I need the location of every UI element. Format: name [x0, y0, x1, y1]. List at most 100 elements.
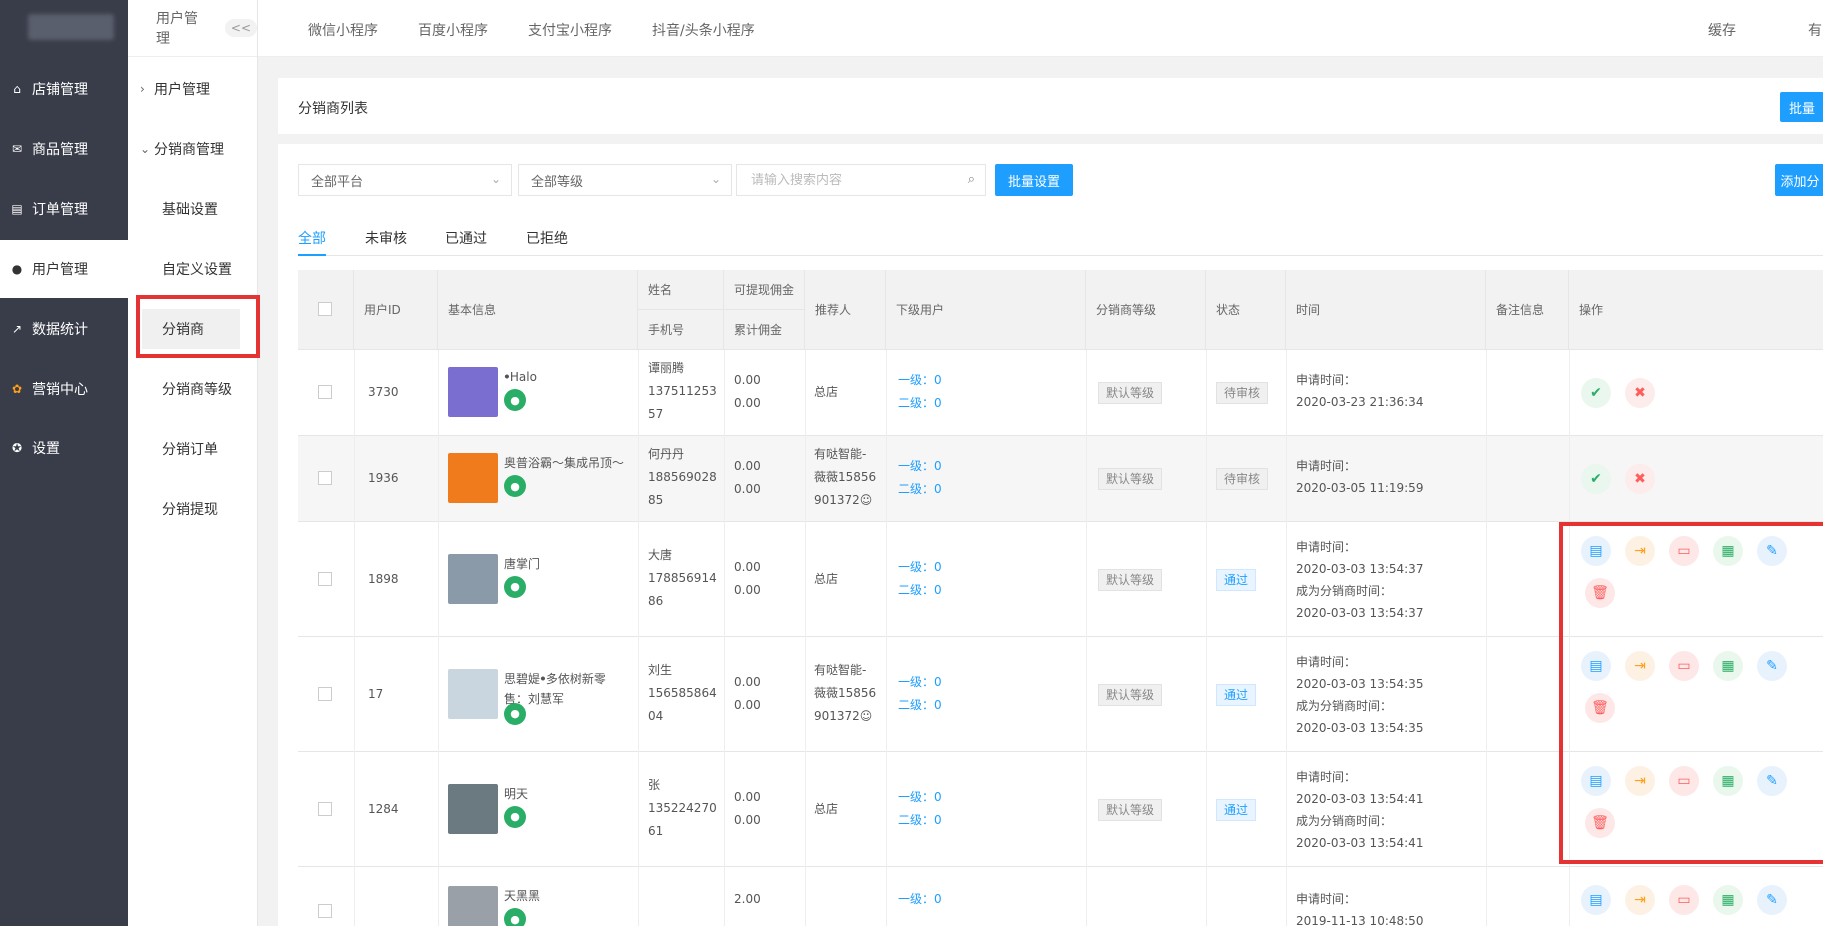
- subnav-item-label: 基础设置: [162, 202, 218, 218]
- column-divider: [438, 350, 439, 436]
- add-distributor-button[interactable]: 添加分: [1775, 164, 1823, 196]
- status-badge: 通过: [1216, 683, 1257, 706]
- apply-time-value: 2020-03-03 13:54:37: [1296, 561, 1424, 576]
- sub-users: 一级：0 二级：0: [898, 556, 942, 602]
- row-checkbox[interactable]: [318, 471, 332, 485]
- column-divider: [1206, 637, 1207, 752]
- subnav-item-basic-settings[interactable]: 基础设置: [128, 189, 258, 229]
- tab-pending[interactable]: 未审核: [365, 228, 407, 248]
- column-divider: [805, 350, 806, 436]
- withdrawable-commission: 0.00: [734, 789, 761, 804]
- select-all-checkbox[interactable]: [318, 302, 332, 316]
- column-divider: [1486, 522, 1487, 637]
- sidebar-item-orders[interactable]: ▤ 订单管理: [0, 181, 128, 237]
- tab-rejected[interactable]: 已拒绝: [526, 228, 568, 248]
- row-checkbox[interactable]: [318, 904, 332, 918]
- batch-button[interactable]: 批量: [1780, 92, 1823, 122]
- subnav-item-distribution-withdraw[interactable]: 分销提现: [128, 489, 258, 529]
- tab-wechat-miniprogram[interactable]: 微信小程序: [308, 20, 378, 40]
- sidebar-item-settings[interactable]: ✪ 设置: [0, 420, 128, 476]
- level1-count-link[interactable]: 一级：0: [898, 459, 942, 473]
- level-select[interactable]: 全部等级 ⌄: [518, 164, 732, 196]
- withdrawable-commission: 2.00: [734, 892, 761, 906]
- sidebar-item-users[interactable]: ● 用户管理: [0, 240, 128, 298]
- column-divider: [1286, 867, 1287, 926]
- level1-count-link[interactable]: 一级：0: [898, 892, 942, 906]
- tab-douyin-miniprogram[interactable]: 抖音/头条小程序: [652, 20, 755, 40]
- row-checkbox[interactable]: [318, 571, 332, 586]
- user-id: 1936: [368, 471, 399, 485]
- level1-count-link[interactable]: 一级：0: [898, 790, 942, 804]
- column-divider: [886, 752, 887, 867]
- subnav-item-distributor-management[interactable]: ⌄ 分销商管理: [128, 129, 258, 169]
- search-icon[interactable]: ⌕: [968, 172, 975, 187]
- level2-count-link[interactable]: 二级：0: [898, 698, 942, 712]
- avatar: [448, 783, 498, 834]
- batch-settings-button[interactable]: 批量设置: [995, 164, 1073, 196]
- level2-count-link[interactable]: 二级：0: [898, 583, 942, 597]
- row-checkbox[interactable]: [318, 686, 332, 701]
- list-title-panel: 分销商列表 批量: [278, 78, 1823, 134]
- commission: 0.00 0.00: [734, 786, 761, 832]
- level2-count-link[interactable]: 二级：0: [898, 813, 942, 827]
- tab-baidu-miniprogram[interactable]: 百度小程序: [418, 20, 488, 40]
- subnav-item-label: 分销订单: [162, 442, 218, 458]
- referrer: 总店: [814, 568, 884, 614]
- level-badge: 默认等级: [1098, 568, 1163, 591]
- subnav-item-distributor-level[interactable]: 分销商等级: [128, 369, 258, 409]
- subnav-item-user-management[interactable]: › 用户管理: [128, 69, 258, 109]
- column-divider: [1486, 350, 1487, 436]
- platform-select[interactable]: 全部平台 ⌄: [298, 164, 512, 196]
- detail-button[interactable]: ▤: [1581, 885, 1611, 915]
- level1-count-link[interactable]: 一级：0: [898, 675, 942, 689]
- withdrawable-commission: 0.00: [734, 559, 761, 574]
- edit-button[interactable]: ✎: [1757, 885, 1787, 915]
- header-withdrawable: 可提现佣金: [724, 270, 805, 310]
- topbar-user-menu[interactable]: 有: [1808, 20, 1822, 40]
- level2-count-link[interactable]: 二级：0: [898, 396, 942, 410]
- apply-time-value: 2020-03-03 13:54:41: [1296, 791, 1424, 806]
- sidebar-item-marketing[interactable]: ✿ 营销中心: [0, 361, 128, 417]
- approve-button[interactable]: ✔: [1581, 378, 1611, 408]
- column-divider: [886, 350, 887, 436]
- column-divider: [1206, 867, 1207, 926]
- tab-all[interactable]: 全部: [298, 228, 326, 248]
- export-icon: ⇥: [1634, 892, 1646, 908]
- reject-button[interactable]: ✖: [1625, 464, 1655, 494]
- sidebar-item-store[interactable]: ⌂ 店铺管理: [0, 61, 128, 117]
- column-divider: [354, 637, 355, 752]
- level1-count-link[interactable]: 一级：0: [898, 373, 942, 387]
- page-title: 分销商列表: [298, 101, 368, 117]
- subnav-item-label: 分销商等级: [162, 382, 232, 398]
- message-button[interactable]: ▭: [1669, 885, 1699, 915]
- sidebar-item-goods[interactable]: ✉ 商品管理: [0, 121, 128, 177]
- subnav-item-distribution-orders[interactable]: 分销订单: [128, 429, 258, 469]
- qrcode-button[interactable]: ▦: [1713, 885, 1743, 915]
- orders-button[interactable]: ⇥: [1625, 885, 1655, 915]
- sub-users: 一级：0 二级：0: [898, 786, 942, 832]
- settings-icon: ✪: [11, 441, 23, 455]
- level2-count-link[interactable]: 二级：0: [898, 482, 942, 496]
- sidebar-item-stats[interactable]: ↗ 数据统计: [0, 301, 128, 357]
- top-bar: 微信小程序 百度小程序 支付宝小程序 抖音/头条小程序 缓存 有: [258, 0, 1823, 57]
- row-checkbox[interactable]: [318, 385, 332, 399]
- approve-button[interactable]: ✔: [1581, 464, 1611, 494]
- chevron-down-icon: ⌄: [140, 142, 151, 156]
- column-divider: [354, 522, 355, 637]
- collapse-button[interactable]: <<: [224, 19, 257, 37]
- name-phone: 刘生 156585864 04: [648, 659, 718, 728]
- search-input[interactable]: [751, 172, 951, 188]
- phone-line1: 156585864: [648, 685, 717, 700]
- tab-approved[interactable]: 已通过: [445, 228, 487, 248]
- cache-button[interactable]: 缓存: [1708, 20, 1736, 40]
- subnav-item-custom-settings[interactable]: 自定义设置: [128, 249, 258, 289]
- tab-alipay-miniprogram[interactable]: 支付宝小程序: [528, 20, 612, 40]
- referrer-line3: 901372☺: [814, 708, 873, 723]
- column-divider: [638, 752, 639, 867]
- level1-count-link[interactable]: 一级：0: [898, 560, 942, 574]
- reject-button[interactable]: ✖: [1625, 378, 1655, 408]
- column-divider: [1569, 350, 1570, 436]
- row-checkbox[interactable]: [318, 801, 332, 816]
- table-row: 3730 ꔷHalo ● 谭丽腾 137511253 57 0.00 0.00 总店 一级：0 二级…: [298, 350, 1823, 436]
- header-basic-info: 基本信息: [438, 270, 638, 350]
